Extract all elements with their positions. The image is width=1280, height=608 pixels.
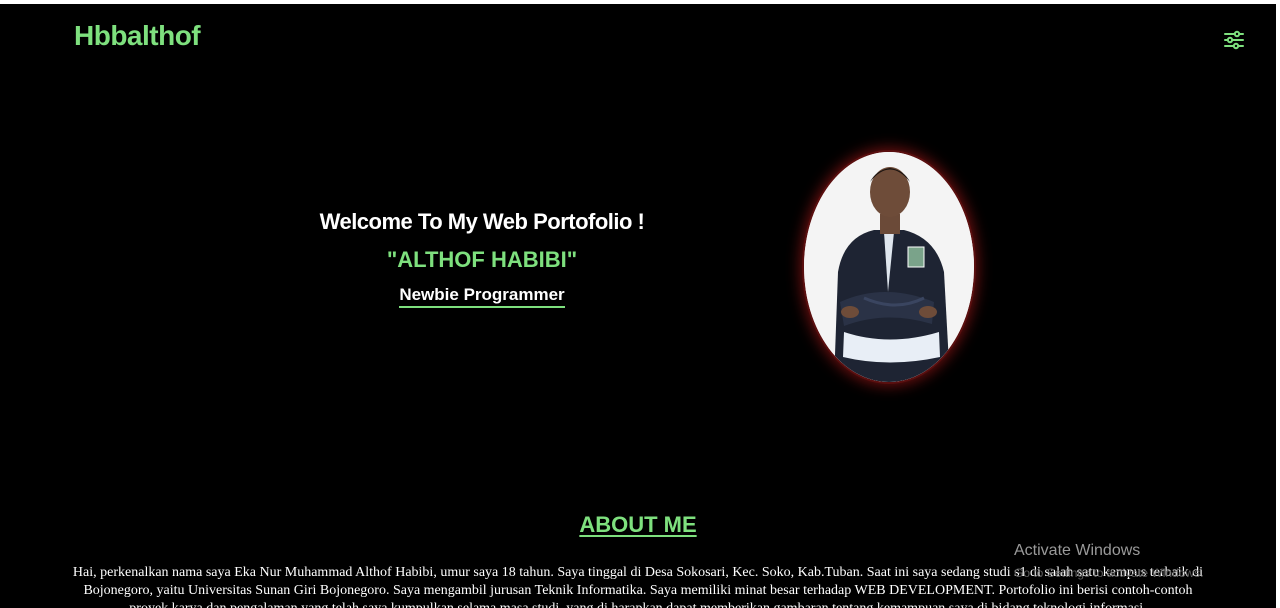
windows-activation-subtitle: Go to Settings to activate Windows. — [1014, 566, 1204, 580]
person-portrait-image — [804, 152, 974, 382]
hero-text: Welcome To My Web Portofolio ! "ALTHOF H… — [282, 209, 682, 308]
sliders-icon — [1224, 30, 1244, 50]
brand-logo[interactable]: Hbbalthof — [74, 20, 201, 52]
welcome-heading: Welcome To My Web Portofolio ! — [319, 209, 645, 234]
page: Hbbalthof Welcome To My Web Portofolio !… — [0, 4, 1276, 608]
owner-name: "ALTHOF HABIBI" — [386, 247, 578, 272]
role-label: Newbie Programmer — [399, 285, 565, 308]
settings-menu-button[interactable] — [1222, 28, 1246, 52]
profile-photo — [804, 152, 974, 382]
windows-activation-watermark: Activate Windows — [1014, 542, 1141, 559]
about-title: ABOUT ME — [579, 512, 697, 537]
